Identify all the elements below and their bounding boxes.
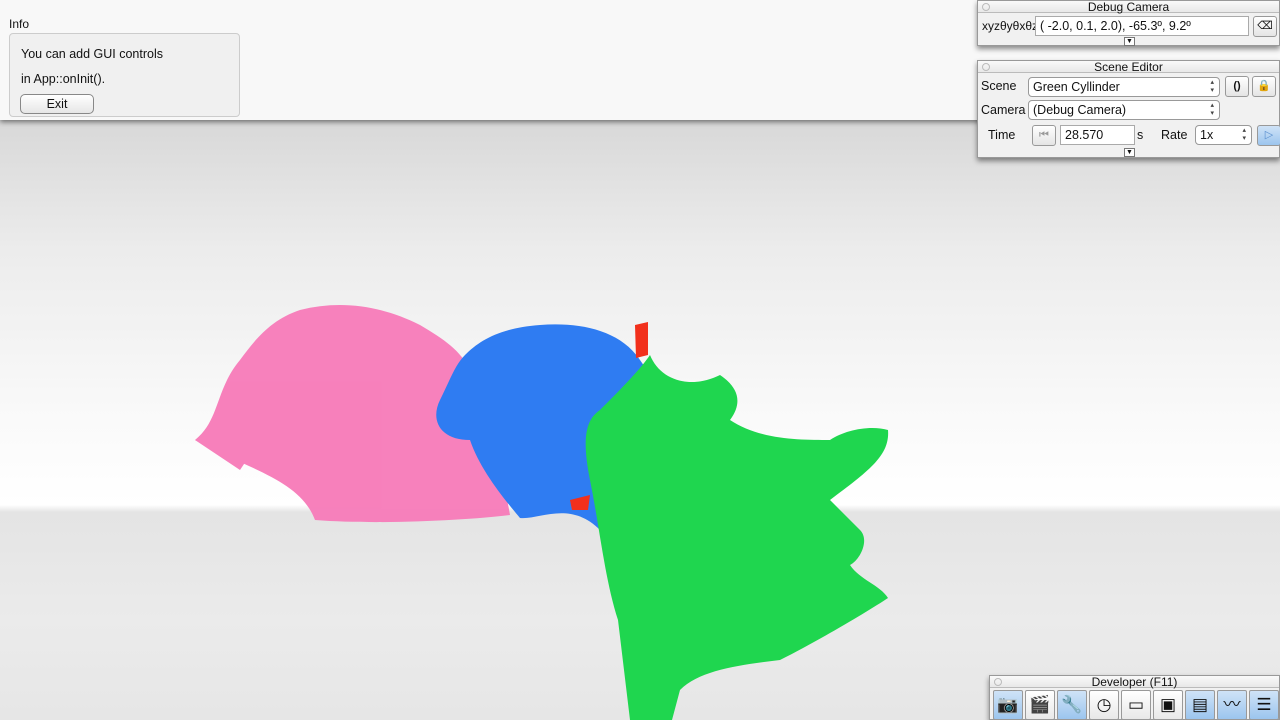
time-field[interactable]: 28.570 xyxy=(1060,125,1135,145)
camera-icon[interactable]: 📷 xyxy=(993,690,1023,720)
camera-select[interactable]: (Debug Camera) xyxy=(1028,100,1220,120)
exit-button[interactable]: Exit xyxy=(20,94,94,114)
scene-editor-title[interactable]: Scene Editor xyxy=(978,61,1279,73)
info-line-2: in App::onInit(). xyxy=(21,72,106,86)
debug-camera-window: Debug Camera xyzθyθxθz ( -2.0, 0.1, 2.0)… xyxy=(977,0,1280,46)
developer-toolbar: Developer (F11) 📷 🎬 🔧 ◷ ▭ ▣ ▤ 〰 ☰ xyxy=(989,675,1280,720)
profiler-icon[interactable]: 〰 xyxy=(1217,690,1247,720)
camera-label: Camera xyxy=(981,103,1026,117)
eraser-icon[interactable]: ⌫ xyxy=(1253,16,1277,37)
developer-title[interactable]: Developer (F11) xyxy=(990,676,1279,688)
info-title: Info xyxy=(9,17,30,31)
expand-arrow-icon[interactable]: ▼ xyxy=(1124,37,1135,46)
play-icon[interactable]: ▷ xyxy=(1257,125,1280,146)
info-box: You can add GUI controls in App::onInit(… xyxy=(9,33,240,117)
expand-arrow-icon[interactable]: ▼ xyxy=(1124,148,1135,157)
clock-icon[interactable]: ◷ xyxy=(1089,690,1119,720)
rate-select[interactable]: 1x xyxy=(1195,125,1252,145)
scene-select[interactable]: Green Cyllinder xyxy=(1028,77,1220,97)
camera-coords-field[interactable]: ( -2.0, 0.1, 2.0), -65.3º, 9.2º xyxy=(1035,16,1249,36)
time-unit: s xyxy=(1137,128,1144,142)
layout-icon[interactable]: ▤ xyxy=(1185,690,1215,720)
document-icon[interactable]: ☰ xyxy=(1249,690,1279,720)
camera-coords-label: xyzθyθxθz xyxy=(982,19,1039,33)
green-tree xyxy=(585,355,889,720)
console-icon[interactable]: ▣ xyxy=(1153,690,1183,720)
rewind-icon[interactable]: ⏮ xyxy=(1032,125,1056,146)
clapperboard-icon[interactable]: 🎬 xyxy=(1025,690,1055,720)
rate-label: Rate xyxy=(1161,128,1188,142)
debug-camera-title[interactable]: Debug Camera xyxy=(978,1,1279,13)
reload-scene-button[interactable]: () xyxy=(1225,76,1249,97)
info-line-1: You can add GUI controls xyxy=(21,47,163,61)
tools-icon[interactable]: 🔧 xyxy=(1057,690,1087,720)
lock-icon[interactable]: 🔒 xyxy=(1252,76,1276,97)
time-label: Time xyxy=(988,128,1016,142)
scene-editor-window: Scene Editor Scene Green Cyllinder () 🔒 … xyxy=(977,60,1280,158)
window-icon[interactable]: ▭ xyxy=(1121,690,1151,720)
scene-label: Scene xyxy=(981,79,1017,93)
